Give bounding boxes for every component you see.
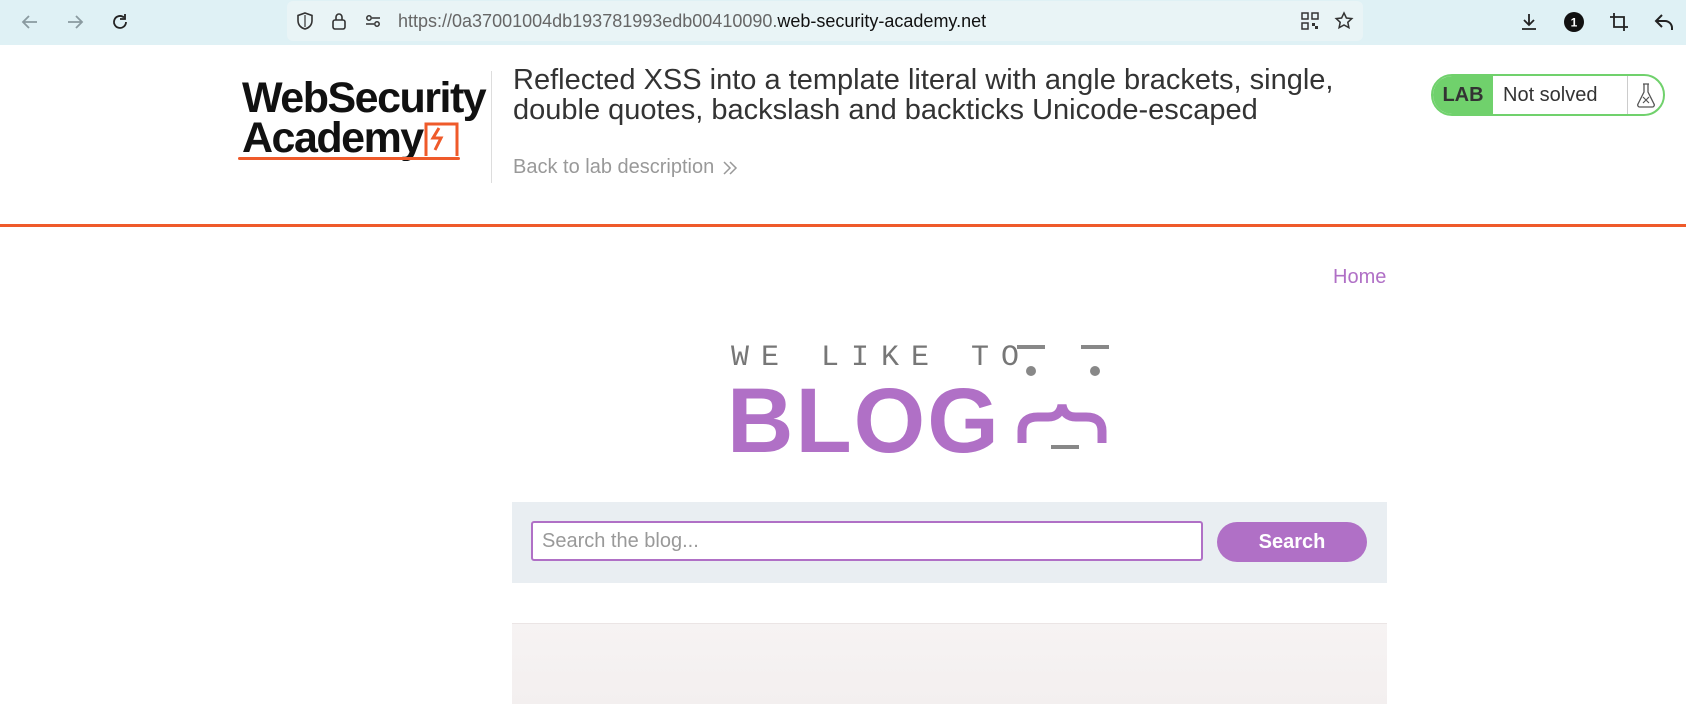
reload-icon[interactable] xyxy=(105,7,135,37)
permissions-icon[interactable] xyxy=(362,10,384,32)
search-input[interactable] xyxy=(531,521,1203,561)
qr-code-icon[interactable] xyxy=(1299,10,1321,32)
lab-badge: LAB xyxy=(1433,76,1493,114)
header-divider xyxy=(491,71,492,183)
logo-line2: Academy xyxy=(242,114,424,162)
logo-underline xyxy=(238,157,460,160)
logo-lightning-icon xyxy=(424,122,459,156)
web-security-academy-logo[interactable]: WebSecurity Academy xyxy=(238,72,488,167)
shield-icon[interactable] xyxy=(294,10,316,32)
url-text[interactable]: https://0a37001004db193781993edb00410090… xyxy=(398,11,986,32)
flask-icon xyxy=(1628,76,1663,114)
back-icon[interactable] xyxy=(15,7,45,37)
browser-toolbar: https://0a37001004db193781993edb00410090… xyxy=(0,0,1686,46)
bookmark-star-icon[interactable] xyxy=(1333,10,1355,32)
crop-icon[interactable] xyxy=(1604,7,1634,37)
search-panel: Search xyxy=(512,502,1387,583)
url-prefix: https://0a37001004db193781993edb00410090… xyxy=(398,11,778,31)
lab-title: Reflected XSS into a template literal wi… xyxy=(513,64,1334,126)
lock-icon[interactable] xyxy=(328,10,350,32)
forward-icon[interactable] xyxy=(60,7,90,37)
extensions-icon[interactable]: 1 xyxy=(1559,7,1589,37)
blog-banner: WE LIKE TO BLOG xyxy=(727,335,1177,472)
double-chevron-right-icon xyxy=(723,160,738,175)
header-rule xyxy=(0,224,1686,227)
undo-icon[interactable] xyxy=(1649,7,1679,37)
lab-status-widget: LAB Not solved xyxy=(1431,74,1665,116)
banner-blog-word: BLOG xyxy=(727,370,1001,472)
lab-status-text: Not solved xyxy=(1493,76,1628,114)
curly-face-icon xyxy=(1017,345,1109,449)
back-link-label: Back to lab description xyxy=(513,156,715,178)
url-domain: web-security-academy.net xyxy=(777,11,987,31)
lab-header: WebSecurity Academy Reflected XSS into a… xyxy=(0,45,1686,225)
address-bar[interactable]: https://0a37001004db193781993edb00410090… xyxy=(287,1,1363,41)
nav-home-link[interactable]: Home xyxy=(1333,266,1386,289)
blog-post-image[interactable] xyxy=(512,623,1387,704)
extensions-badge: 1 xyxy=(1571,16,1578,30)
download-icon[interactable] xyxy=(1514,7,1544,37)
search-button[interactable]: Search xyxy=(1217,522,1367,562)
back-to-lab-description-link[interactable]: Back to lab description xyxy=(513,156,738,179)
